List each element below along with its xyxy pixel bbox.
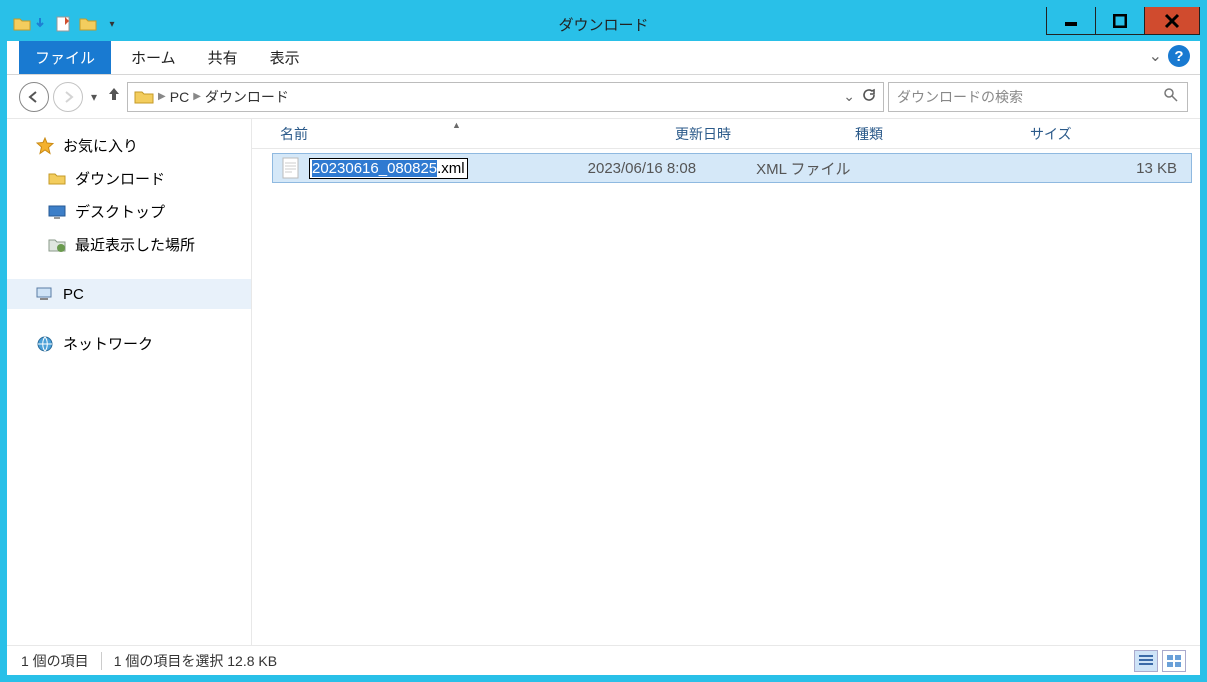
file-row[interactable]: 20230616_080825.xml 2023/06/16 8:08 XML … — [272, 153, 1192, 183]
tab-home[interactable]: ホーム — [115, 41, 192, 74]
sidebar-favorites-label: お気に入り — [63, 135, 138, 156]
body-area: お気に入り ダウンロード デスクトップ — [7, 119, 1200, 645]
tab-view[interactable]: 表示 — [254, 41, 316, 74]
back-button[interactable] — [19, 82, 49, 112]
refresh-icon[interactable] — [861, 87, 877, 106]
arrow-down-blue-icon — [29, 13, 51, 35]
search-input[interactable]: ダウンロードの検索 — [888, 82, 1188, 112]
tab-share[interactable]: 共有 — [192, 41, 254, 74]
network-icon — [35, 335, 55, 353]
sidebar-item-pc[interactable]: PC — [7, 279, 251, 309]
file-size: 13 KB — [1136, 160, 1177, 177]
view-toggles — [1134, 650, 1186, 672]
file-type: XML ファイル — [756, 158, 850, 179]
address-dropdown-icon[interactable]: ⌄ — [843, 88, 855, 105]
quick-access-toolbar: ▾ — [7, 13, 123, 35]
new-folder-icon[interactable] — [77, 13, 99, 35]
window-controls — [1047, 7, 1200, 35]
qat-dropdown-icon[interactable]: ▾ — [101, 13, 123, 35]
window-title: ダウンロード — [558, 14, 648, 35]
sort-indicator-icon: ▲ — [452, 120, 461, 130]
folder-icon — [47, 170, 67, 188]
breadcrumb-sep-icon[interactable]: ▶ — [158, 91, 166, 102]
status-selection: 1 個の項目を選択 12.8 KB — [114, 651, 277, 671]
column-header-date[interactable]: 更新日時 — [667, 124, 847, 144]
thumbnails-view-button[interactable] — [1162, 650, 1186, 672]
sidebar-pc-label: PC — [63, 286, 84, 303]
filename-extension: .xml — [437, 160, 465, 177]
navigation-pane[interactable]: お気に入り ダウンロード デスクトップ — [7, 119, 252, 645]
navigation-bar: ▾ ▶ PC ▶ ダウンロード ⌄ ダウンロードの検索 — [7, 75, 1200, 119]
file-rename-input[interactable]: 20230616_080825.xml — [309, 158, 468, 179]
sidebar-downloads-label: ダウンロード — [75, 168, 165, 189]
filename-selected-part: 20230616_080825 — [312, 160, 437, 177]
sidebar-item-desktop[interactable]: デスクトップ — [7, 195, 251, 228]
titlebar[interactable]: ▾ ダウンロード — [7, 7, 1200, 41]
recent-places-icon — [47, 236, 67, 254]
desktop-icon — [47, 203, 67, 221]
address-folder-icon — [134, 89, 154, 105]
column-header-size[interactable]: サイズ — [1022, 124, 1132, 144]
maximize-button[interactable] — [1095, 7, 1145, 35]
breadcrumb-downloads[interactable]: ダウンロード — [205, 87, 289, 107]
column-headers: 名前 ▲ 更新日時 種類 サイズ — [252, 119, 1200, 149]
xml-file-icon — [281, 157, 303, 179]
pc-icon — [35, 285, 55, 303]
file-list-pane: 名前 ▲ 更新日時 種類 サイズ 20230616_080825.xml 202… — [252, 119, 1200, 645]
column-header-type[interactable]: 種類 — [847, 124, 1022, 144]
column-header-name[interactable]: 名前 ▲ — [272, 124, 667, 144]
sidebar-favorites[interactable]: お気に入り — [7, 129, 251, 162]
search-placeholder: ダウンロードの検索 — [897, 87, 1023, 107]
file-date: 2023/06/16 8:08 — [588, 160, 696, 177]
status-bar: 1 個の項目 1 個の項目を選択 12.8 KB — [7, 645, 1200, 675]
tab-file[interactable]: ファイル — [19, 41, 111, 74]
sidebar-recent-label: 最近表示した場所 — [75, 234, 195, 255]
status-item-count: 1 個の項目 — [21, 651, 89, 671]
search-icon — [1163, 87, 1179, 106]
minimize-button[interactable] — [1046, 7, 1096, 35]
properties-icon[interactable] — [53, 13, 75, 35]
ribbon-tabs: ファイル ホーム 共有 表示 ⌄ ? — [7, 41, 1200, 75]
star-icon — [35, 137, 55, 155]
details-view-button[interactable] — [1134, 650, 1158, 672]
sidebar-item-downloads[interactable]: ダウンロード — [7, 162, 251, 195]
close-button[interactable] — [1144, 7, 1200, 35]
up-button[interactable] — [105, 85, 123, 108]
address-bar[interactable]: ▶ PC ▶ ダウンロード ⌄ — [127, 82, 884, 112]
breadcrumb-sep-icon[interactable]: ▶ — [193, 91, 201, 102]
forward-button[interactable] — [53, 82, 83, 112]
sidebar-network-label: ネットワーク — [63, 333, 153, 354]
status-separator — [101, 652, 102, 670]
sidebar-item-recent[interactable]: 最近表示した場所 — [7, 228, 251, 261]
sidebar-desktop-label: デスクトップ — [75, 201, 165, 222]
ribbon-expand-icon[interactable]: ⌄ — [1149, 46, 1162, 66]
sidebar-item-network[interactable]: ネットワーク — [7, 327, 251, 360]
explorer-window: ▾ ダウンロード ファイル ホーム 共有 表示 ⌄ ? ▾ — [6, 6, 1201, 676]
breadcrumb-pc[interactable]: PC — [170, 89, 189, 105]
column-name-label: 名前 — [280, 126, 308, 142]
history-dropdown-icon[interactable]: ▾ — [87, 90, 101, 104]
help-icon[interactable]: ? — [1168, 45, 1190, 67]
